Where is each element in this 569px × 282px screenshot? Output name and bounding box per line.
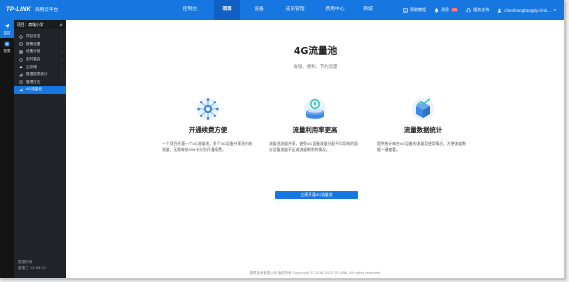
- top-right-tools: 帮助教程 消息 99 服务支持 chenhongtao@tp-link...: [403, 0, 557, 20]
- sidebar-item-label: 设备分组: [26, 49, 41, 54]
- help-link[interactable]: 帮助教程: [403, 7, 426, 13]
- project-selector[interactable]: 项目：商城小学: [14, 20, 66, 29]
- report-icon: [19, 73, 23, 77]
- bell-icon: [434, 8, 439, 13]
- chevron-right-icon: ›: [60, 35, 62, 39]
- swap-icon: [59, 22, 63, 27]
- service-label: 服务支持: [473, 7, 490, 12]
- notification-badge: 99: [450, 8, 459, 12]
- service-link[interactable]: 服务支持: [466, 7, 489, 13]
- network-icon: [197, 98, 219, 120]
- top-nav: 控制台 项目 设备 成员管理 费用中心 商城: [172, 0, 380, 20]
- chevron-right-icon: ›: [60, 50, 62, 55]
- nav-dashboard[interactable]: 控制台: [172, 0, 208, 20]
- feature-title: 流量数据统计: [403, 126, 443, 134]
- main-content: 4G流量池 省钱、便利、节约流量 开通续费方便 一个项目开通一个4G流量池，多个…: [66, 20, 564, 278]
- rail-label-monitor: 监控: [3, 31, 11, 35]
- platform-name: 商用云平台: [35, 8, 59, 13]
- sidebar-item-report[interactable]: 数据报表统计 ›: [14, 71, 66, 79]
- overview-icon: [19, 35, 23, 39]
- feature-description: 提供统计每台4G设备的流量及使用情况，方便流量数据一键查看。: [377, 141, 466, 152]
- top-bar: TP-LINK 商用云平台 控制台 项目 设备 成员管理 费用中心 商城 帮助教…: [0, 0, 564, 20]
- chevron-right-icon: ›: [60, 57, 62, 62]
- tplink-logo: TP-LINK: [6, 7, 32, 13]
- brand[interactable]: TP-LINK 商用云平台: [6, 5, 58, 15]
- sidebar-item-log[interactable]: 管理日志: [14, 79, 66, 87]
- help-label: 帮助教程: [409, 7, 426, 12]
- user-menu[interactable]: chenhongtao@tp-link...: [497, 8, 557, 13]
- sidebar-item-label: 项目总览: [26, 34, 41, 39]
- feature-description: 一个项目开通一个4G流量池，多个4G设备共享池内的流量，无需每张SIM卡分别开通…: [162, 141, 253, 152]
- page-title: 4G流量池: [293, 46, 338, 57]
- chevron-down-icon: [553, 9, 557, 11]
- sidebar-item-label: 数据报表统计: [26, 72, 48, 77]
- sidebar-footer: 数据时间 星期三 14:06:52: [18, 260, 46, 271]
- feature-title: 流量利用率更高: [292, 126, 338, 134]
- data-time-value: 星期三 14:06:52: [18, 265, 47, 270]
- group-icon: [19, 50, 23, 54]
- left-rail: 监控 配置: [0, 20, 14, 278]
- sidebar-item-label: 管理日志: [26, 79, 41, 84]
- sidebar-item-label: 报警设置: [26, 41, 41, 46]
- cloud-icon: [19, 66, 23, 69]
- user-icon: [497, 8, 502, 12]
- nav-project[interactable]: 项目: [214, 0, 240, 20]
- notification-link[interactable]: 消息 99: [434, 7, 459, 13]
- sidebar-item-alarm[interactable]: 报警设置 ›: [14, 41, 66, 49]
- alarm-icon: [19, 42, 23, 47]
- activate-4g-pool-button[interactable]: 立即开通4G流量池: [275, 191, 358, 199]
- chevron-right-icon: ›: [60, 72, 62, 77]
- page-subtitle: 省钱、便利、节约流量: [293, 65, 338, 70]
- nav-billing[interactable]: 费用中心: [320, 0, 350, 20]
- rail-item-config[interactable]: 配置: [0, 38, 14, 56]
- svg-text:¥: ¥: [313, 102, 317, 108]
- sidebar: 项目：商城小学 项目总览 › 报警设置 › 设备分组 › 定时重启 › 云存储 …: [14, 20, 66, 278]
- app-window: TP-LINK 商用云平台 控制台 项目 设备 成员管理 费用中心 商城 帮助教…: [0, 0, 565, 279]
- sidebar-item-label: 4G流量池: [26, 87, 42, 92]
- sidebar-item-cloud[interactable]: 云存储 ›: [14, 63, 66, 71]
- chevron-right-icon: ›: [60, 65, 62, 70]
- nav-store[interactable]: 商城: [356, 0, 380, 20]
- rail-label-config: 配置: [3, 49, 11, 53]
- sidebar-item-reboot[interactable]: 定时重启 ›: [14, 56, 66, 64]
- clock-icon: [19, 57, 23, 62]
- feature-card-activation: 开通续费方便 一个项目开通一个4G流量池，多个4G设备共享池内的流量，无需每张S…: [158, 95, 258, 153]
- coin-stack-icon: ¥: [304, 98, 326, 120]
- sidebar-item-overview[interactable]: 项目总览 ›: [14, 33, 66, 41]
- config-icon: [4, 41, 10, 47]
- rail-item-monitor[interactable]: 监控: [0, 20, 14, 38]
- feature-card-statistics: 流量数据统计 提供统计每台4G设备的流量及使用情况，方便流量数据一键查看。: [373, 95, 473, 153]
- monitor-icon: [4, 23, 10, 29]
- project-label: 项目：商城小学: [17, 22, 44, 27]
- user-account: chenhongtao@tp-link...: [504, 7, 551, 13]
- feature-description: 流量池流量共享，避免4G设备流量分配不均导致的部分设备流量不足或流量剩余的情况。: [269, 141, 358, 152]
- help-icon: [403, 7, 408, 13]
- pool-icon: [19, 88, 23, 92]
- feature-title: 开通续费方便: [188, 126, 228, 134]
- data-cube-icon: [412, 98, 434, 120]
- notification-label: 消息: [440, 7, 449, 12]
- nav-device[interactable]: 设备: [246, 0, 272, 20]
- feature-card-utilization: ¥ 流量利用率更高 流量池流量共享，避免4G设备流量分配不均导致的部分设备流量不…: [265, 95, 365, 153]
- nav-members[interactable]: 成员管理: [280, 0, 310, 20]
- sidebar-item-group[interactable]: 设备分组 ›: [14, 48, 66, 56]
- sidebar-item-label: 定时重启: [26, 57, 41, 62]
- sidebar-item-label: 云存储: [26, 64, 37, 69]
- sidebar-item-4g-pool[interactable]: 4G流量池: [14, 86, 66, 94]
- copyright-footer: 普联技术有限公司 版权所有 Copyright © 2016-2022 TP-L…: [249, 271, 382, 275]
- headset-icon: [466, 7, 471, 12]
- chevron-right-icon: ›: [60, 42, 62, 47]
- log-icon: [19, 80, 23, 85]
